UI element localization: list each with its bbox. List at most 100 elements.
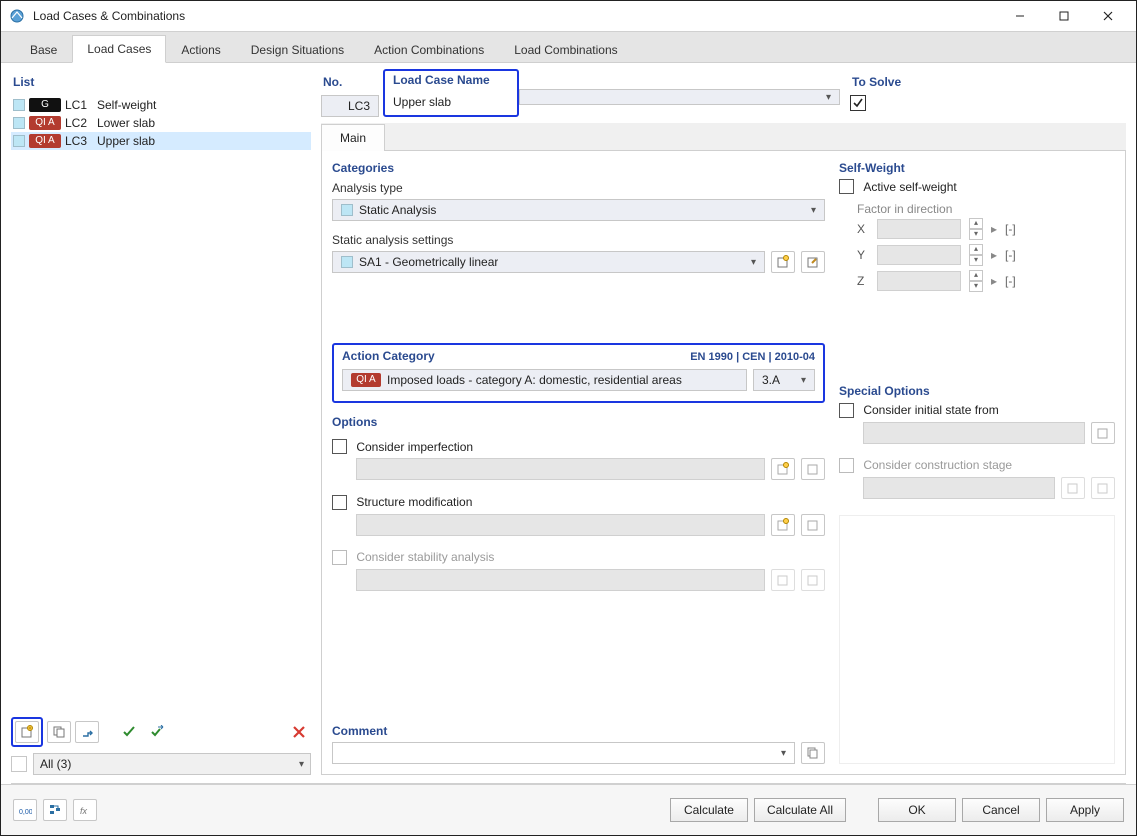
imperfection-checkbox[interactable]: [332, 439, 347, 454]
tab-load-combinations[interactable]: Load Combinations: [499, 36, 632, 63]
tab-action-combinations[interactable]: Action Combinations: [359, 36, 499, 63]
category-tag: QI A: [29, 134, 61, 148]
analysis-type-label: Analysis type: [332, 179, 825, 199]
action-category-title: Action Category: [342, 349, 435, 363]
imperfection-field: [356, 458, 765, 480]
lc-name: Self-weight: [97, 98, 309, 112]
new-imperfection-button[interactable]: [771, 458, 795, 480]
filter-swatch: [11, 756, 27, 772]
calculate-all-button[interactable]: Calculate All: [754, 798, 846, 822]
filter-select[interactable]: All (3) ▾: [33, 753, 311, 775]
check-all-button[interactable]: [117, 721, 141, 743]
copy-item-button[interactable]: [47, 721, 71, 743]
to-solve-checkbox[interactable]: [850, 95, 866, 111]
action-category-select[interactable]: QI A Imposed loads - category A: domesti…: [342, 369, 747, 391]
active-self-weight-label: Active self-weight: [863, 180, 956, 194]
ok-button[interactable]: OK: [878, 798, 956, 822]
action-code-select[interactable]: 3.A ▾: [753, 369, 815, 391]
type-icon: [341, 204, 353, 216]
apply-button[interactable]: Apply: [1046, 798, 1124, 822]
list-item[interactable]: G LC1 Self-weight: [11, 96, 311, 114]
lc-id: LC1: [65, 98, 93, 112]
comment-input[interactable]: ▾: [332, 742, 795, 764]
stability-label: Consider stability analysis: [356, 550, 494, 564]
tab-main[interactable]: Main: [321, 124, 385, 151]
structure-mod-field: [356, 514, 765, 536]
app-icon: [9, 8, 25, 24]
action-category-box: Action Category EN 1990 | CEN | 2010-04 …: [332, 343, 825, 403]
main-tabstrip: Base Load Cases Actions Design Situation…: [1, 32, 1136, 63]
name-input[interactable]: . ▾: [519, 89, 840, 105]
color-swatch: [13, 135, 25, 147]
factor-label: Factor in direction: [857, 202, 1115, 216]
svg-text:fx: fx: [80, 806, 88, 816]
move-item-button[interactable]: [75, 721, 99, 743]
new-settings-button[interactable]: [771, 251, 795, 273]
edit-initial-state-button[interactable]: [1091, 422, 1115, 444]
categories-title: Categories: [332, 159, 825, 179]
category-tag: G: [29, 98, 61, 112]
script-button[interactable]: fx: [73, 799, 97, 821]
edit-stability-button: [801, 569, 825, 591]
maximize-button[interactable]: [1042, 2, 1086, 30]
name-label: Load Case Name: [391, 73, 511, 93]
construction-stage-checkbox: [839, 458, 854, 473]
list-filter: All (3) ▾: [11, 753, 311, 783]
active-self-weight-checkbox[interactable]: [839, 179, 854, 194]
calculate-button[interactable]: Calculate: [670, 798, 748, 822]
svg-text:0,00: 0,00: [19, 809, 32, 816]
edit-settings-button[interactable]: [801, 251, 825, 273]
units-button[interactable]: 0,00: [13, 799, 37, 821]
lc-id: LC2: [65, 116, 93, 130]
chevron-down-icon: ▾: [781, 748, 786, 759]
new-construction-stage-button: [1061, 477, 1085, 499]
detail-tabstrip: Main: [321, 123, 1126, 151]
edit-imperfection-button[interactable]: [801, 458, 825, 480]
axis-z-label: Z: [857, 274, 869, 288]
settings-label: Static analysis settings: [332, 231, 825, 251]
new-structure-mod-button[interactable]: [771, 514, 795, 536]
lc-id: LC3: [65, 134, 93, 148]
close-button[interactable]: [1086, 2, 1130, 30]
minimize-button[interactable]: [998, 2, 1042, 30]
list-item[interactable]: QI A LC3 Upper slab: [11, 132, 311, 150]
structure-mod-checkbox[interactable]: [332, 495, 347, 510]
list-item[interactable]: QI A LC2 Lower slab: [11, 114, 311, 132]
analysis-type-select[interactable]: Static Analysis ▾: [332, 199, 825, 221]
check-toggle-button[interactable]: [145, 721, 169, 743]
delete-item-button[interactable]: [287, 721, 311, 743]
new-item-button[interactable]: [15, 721, 39, 743]
chevron-down-icon: ▾: [811, 205, 816, 216]
factor-x-input: [877, 219, 961, 239]
stability-field: [356, 569, 765, 591]
axis-y-label: Y: [857, 248, 869, 262]
titlebar: Load Cases & Combinations: [1, 1, 1136, 32]
tab-actions[interactable]: Actions: [166, 36, 235, 63]
category-tag: QI A: [351, 373, 381, 387]
chevron-down-icon: ▾: [826, 92, 831, 103]
category-tag: QI A: [29, 116, 61, 130]
comment-library-button[interactable]: [801, 742, 825, 764]
tab-design-situations[interactable]: Design Situations: [236, 36, 359, 63]
tab-load-cases[interactable]: Load Cases: [72, 35, 166, 63]
construction-stage-label: Consider construction stage: [863, 458, 1012, 472]
construction-stage-field: [863, 477, 1055, 499]
tree-button[interactable]: [43, 799, 67, 821]
no-input[interactable]: LC3: [321, 95, 379, 117]
color-swatch: [13, 99, 25, 111]
tab-base[interactable]: Base: [15, 36, 72, 63]
list-toolbar: [11, 713, 311, 753]
factor-y-spinner: ▴▾: [969, 244, 983, 266]
special-options-title: Special Options: [839, 382, 1115, 402]
structure-mod-label: Structure modification: [356, 495, 472, 509]
dialog-window: Load Cases & Combinations Base Load Case…: [0, 0, 1137, 836]
chevron-down-icon: ▾: [299, 759, 304, 770]
edit-construction-stage-button: [1091, 477, 1115, 499]
color-swatch: [13, 117, 25, 129]
initial-state-checkbox[interactable]: [839, 403, 854, 418]
cancel-button[interactable]: Cancel: [962, 798, 1040, 822]
type-icon: [341, 256, 353, 268]
to-solve-label: To Solve: [850, 71, 1126, 95]
edit-structure-mod-button[interactable]: [801, 514, 825, 536]
settings-select[interactable]: SA1 - Geometrically linear ▾: [332, 251, 765, 273]
